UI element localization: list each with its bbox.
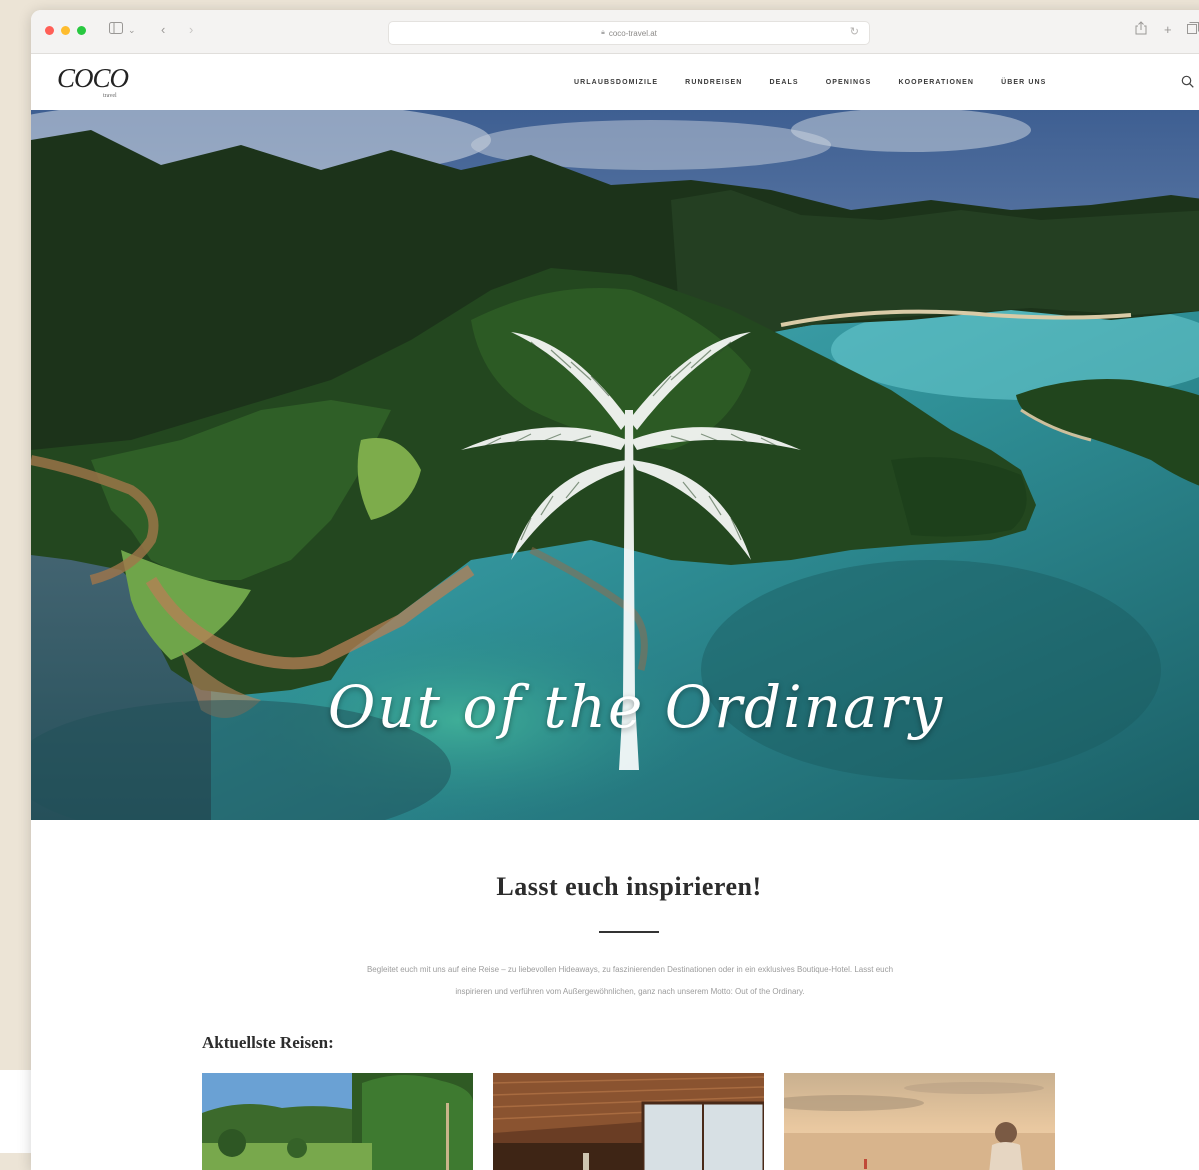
trip-image-sunset bbox=[784, 1073, 1055, 1170]
trip-card-sunset[interactable] bbox=[784, 1073, 1055, 1170]
intro-text-line-1: Begleitet euch mit uns auf eine Reise – … bbox=[366, 965, 894, 974]
back-arrow-icon[interactable]: ‹ bbox=[161, 21, 165, 39]
browser-window: ⌄ ‹ › 🔒︎ coco-travel.at ↻ + COCO travel … bbox=[31, 10, 1199, 1170]
trip-image-interior bbox=[493, 1073, 764, 1170]
site-header: COCO travel URLAUBSDOMIZILE RUNDREISEN D… bbox=[31, 54, 1199, 110]
nav-urlaubsdomizile[interactable]: URLAUBSDOMIZILE bbox=[574, 79, 658, 86]
reload-icon[interactable]: ↻ bbox=[850, 25, 859, 38]
forward-arrow-icon[interactable]: › bbox=[189, 21, 193, 39]
latest-trips-heading: Aktuellste Reisen: bbox=[202, 1033, 334, 1052]
close-window-button[interactable] bbox=[45, 26, 54, 35]
coco-travel-logo[interactable]: COCO travel bbox=[57, 64, 141, 104]
tab-overview-icon[interactable] bbox=[1187, 21, 1199, 39]
address-bar[interactable]: 🔒︎ coco-travel.at ↻ bbox=[388, 21, 870, 45]
new-tab-icon[interactable]: + bbox=[1164, 21, 1172, 39]
nav-rundreisen[interactable]: RUNDREISEN bbox=[685, 79, 742, 86]
hero-tagline: Out of the Ordinary bbox=[327, 673, 945, 741]
nav-openings[interactable]: OPENINGS bbox=[826, 79, 872, 86]
zoom-window-button[interactable] bbox=[77, 26, 86, 35]
sidebar-icon[interactable] bbox=[109, 21, 123, 39]
logo-subtitle: travel bbox=[103, 93, 117, 99]
trip-card-interior[interactable] bbox=[493, 1073, 764, 1170]
nav-deals[interactable]: DEALS bbox=[769, 79, 798, 86]
browser-toolbar: ⌄ ‹ › 🔒︎ coco-travel.at ↻ + bbox=[31, 10, 1199, 54]
nav-ueber-uns[interactable]: ÜBER UNS bbox=[1001, 79, 1046, 86]
main-navigation: URLAUBSDOMIZILE RUNDREISEN DEALS OPENING… bbox=[574, 54, 1073, 110]
lock-icon: 🔒︎ bbox=[601, 29, 605, 36]
nav-kooperationen[interactable]: KOOPERATIONEN bbox=[898, 79, 974, 86]
address-bar-url: coco-travel.at bbox=[608, 28, 657, 38]
search-icon[interactable] bbox=[1181, 75, 1195, 89]
minimize-window-button[interactable] bbox=[61, 26, 70, 35]
heading-divider bbox=[599, 931, 659, 933]
chevron-down-icon[interactable]: ⌄ bbox=[128, 21, 136, 39]
intro-text-line-2: inspirieren und verführen vom Außergewöh… bbox=[455, 987, 805, 996]
intro-heading: Lasst euch inspirieren! bbox=[496, 872, 762, 901]
window-controls bbox=[45, 26, 86, 35]
logo-wordmark: COCO bbox=[57, 63, 129, 93]
share-icon[interactable] bbox=[1135, 21, 1147, 40]
intro-section: Lasst euch inspirieren! Begleitet euch m… bbox=[31, 820, 1199, 1170]
intro-text: Begleitet euch mit uns auf eine Reise – … bbox=[211, 959, 1049, 1003]
trip-image-landscape bbox=[202, 1073, 473, 1170]
trip-card-landscape[interactable] bbox=[202, 1073, 473, 1170]
hero-banner: Out of the Ordinary bbox=[31, 110, 1199, 820]
